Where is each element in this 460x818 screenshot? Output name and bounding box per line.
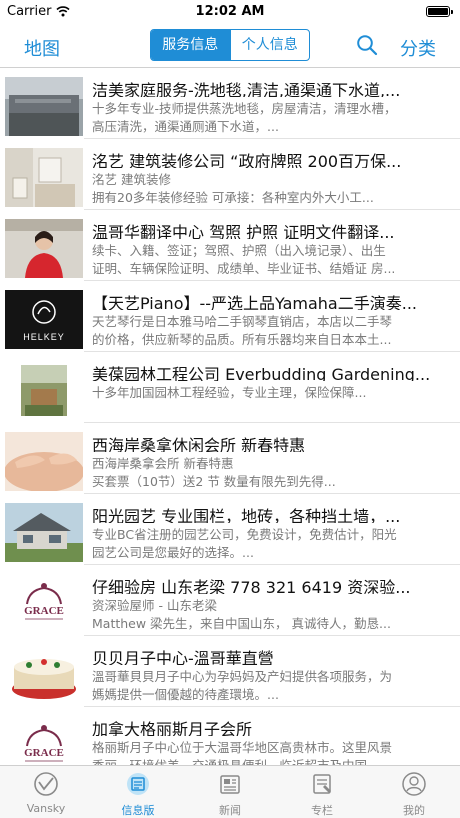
listing-thumbnail <box>5 77 83 136</box>
listing-description-line: 十多年加国园林工程经验，专业主理，保险保障... <box>92 385 367 400</box>
vansky-logo-icon <box>34 772 58 796</box>
listing-description-line: 格丽斯月子中心位于大温哥华地区高贵林市。这里风景 <box>92 740 393 755</box>
listing-thumbnail-image <box>5 77 83 136</box>
news-icon <box>220 775 240 794</box>
listing-thumbnail-image <box>5 645 83 704</box>
tab-label: 专栏 <box>311 804 333 817</box>
tab-info-board[interactable]: 信息版 <box>92 766 184 818</box>
tab-label: 信息版 <box>121 804 155 817</box>
listing-description-line: 天艺琴行是日本雅马哈二手钢琴直销店，本店以二手琴 <box>92 314 393 329</box>
listing-description-line: 续卡、入籍、签证；驾照、护照（出入境记录）、出生 <box>92 243 386 258</box>
listing-description-line: 拥有20多年装修经验 可承接：各种室内外大小工... <box>92 190 374 205</box>
listing-thumbnail <box>5 645 83 704</box>
listing-row[interactable]: 贝贝月子中心-溫哥華直營 溫哥華貝貝月子中心为孕妈妈及产妇提供各项服务，为 媽媽… <box>0 636 460 707</box>
listing-thumbnail-image <box>5 148 83 207</box>
listing-description-line: 十多年专业-技师提供蒸洗地毯，房屋清洁，清理水槽， <box>92 101 397 116</box>
listing-thumbnail: HELKEY <box>5 290 83 349</box>
listing-description-line: 园艺公司是您最好的选择。... <box>92 545 254 560</box>
tab-vansky[interactable]: Vansky <box>0 766 92 818</box>
listing-title: 洺艺 建筑装修公司 “政府牌照 200百万保... <box>92 152 402 168</box>
listing-description: 十多年加国园林工程经验，专业主理，保险保障... <box>92 384 446 420</box>
listing-description: 十多年专业-技师提供蒸洗地毯，房屋清洁，清理水槽， 高压清洗，通渠通厕通下水道，… <box>92 100 446 136</box>
listing-thumbnail-image <box>5 361 83 420</box>
listing-thumbnail <box>5 148 83 207</box>
profile-icon <box>402 772 426 796</box>
tab-label: 新闻 <box>219 804 241 817</box>
tab-bar: Vansky 信息版 新闻 专栏 我的 <box>0 765 460 818</box>
svg-text:HELKEY: HELKEY <box>23 332 65 342</box>
listing-description-line: 证明、车辆保险证明、成绩单、毕业证书、结婚证 房... <box>92 261 396 276</box>
listing-row[interactable]: 洺艺 建筑装修公司 “政府牌照 200百万保... 洺艺 建筑装修 拥有20多年… <box>0 139 460 210</box>
column-icon <box>313 774 331 794</box>
info-type-segmented-control: 服务信息 个人信息 <box>150 29 310 61</box>
listing-description-line: 专业BC省注册的园艺公司，免费设计，免费估计，阳光 <box>92 527 397 542</box>
map-button[interactable]: 地图 <box>24 35 60 61</box>
search-icon[interactable] <box>356 34 378 56</box>
listing-description-line: 西海岸桑拿会所 新春特惠 <box>92 456 234 471</box>
listing-thumbnail <box>5 361 83 420</box>
listing-description: 续卡、入籍、签证；驾照、护照（出入境记录）、出生 证明、车辆保险证明、成绩单、毕… <box>92 242 446 278</box>
listing-row[interactable]: HELKEY 【天艺Piano】--严选上品Yamaha二手演奏... 天艺琴行… <box>0 281 460 352</box>
listing-row[interactable]: GRACE 加拿大格丽斯月子会所 格丽斯月子中心位于大温哥华地区高贵林市。这里风… <box>0 707 460 765</box>
listing-title: 美葆园林工程公司 Everbudding Gardening... <box>92 365 431 381</box>
listing-thumbnail-image <box>5 503 83 562</box>
listing-description: 资深验屋师 - 山东老梁 Matthew 梁先生，来自中国山东， 真诚待人，勤恳… <box>92 597 446 633</box>
battery-icon <box>426 6 453 17</box>
svg-text:GRACE: GRACE <box>24 605 64 617</box>
segment-service-info[interactable]: 服务信息 <box>151 30 230 60</box>
listing-thumbnail: GRACE <box>5 716 83 765</box>
category-button[interactable]: 分类 <box>400 35 436 61</box>
listing-thumbnail <box>5 503 83 562</box>
listing-title: 贝贝月子中心-溫哥華直營 <box>92 649 274 665</box>
listing-title: 【天艺Piano】--严选上品Yamaha二手演奏... <box>92 294 417 310</box>
listing-title: 洁美家庭服务-洗地毯,清洁,通渠通下水道,... <box>92 81 401 97</box>
tab-label: 我的 <box>403 804 425 817</box>
listing-row[interactable]: 阳光园艺 专业围栏，地砖，各种挡土墙，... 专业BC省注册的园艺公司，免费设计… <box>0 494 460 565</box>
listing-description-line: 高压清洗，通渠通厕通下水道，... <box>92 119 279 134</box>
nav-bar: 地图 服务信息 个人信息 分类 <box>0 24 460 68</box>
tab-column[interactable]: 专栏 <box>276 766 368 818</box>
listing-description-line: 溫哥華貝貝月子中心为孕妈妈及产妇提供各项服务，为 <box>92 669 393 684</box>
status-bar: Carrier 12:02 AM <box>0 0 460 24</box>
listing-row[interactable]: 美葆园林工程公司 Everbudding Gardening... 十多年加国园… <box>0 352 460 423</box>
listing-thumbnail <box>5 432 83 491</box>
listing-description: 洺艺 建筑装修 拥有20多年装修经验 可承接：各种室内外大小工... <box>92 171 446 207</box>
listing-thumbnail-image: GRACE <box>5 574 83 633</box>
listing-thumbnail-image <box>5 432 83 491</box>
listing-title: 西海岸桑拿休闲会所 新春特惠 <box>92 436 306 452</box>
listing-description: 专业BC省注册的园艺公司，免费设计，免费估计，阳光 园艺公司是您最好的选择。..… <box>92 526 446 562</box>
listing-list[interactable]: 洁美家庭服务-洗地毯,清洁,通渠通下水道,... 十多年专业-技师提供蒸洗地毯，… <box>0 68 460 765</box>
listing-description-line: 秀丽，环境优美，交通极具便利，临近超市及中国... <box>92 757 446 765</box>
listing-thumbnail: GRACE <box>5 574 83 633</box>
info-board-icon <box>127 773 149 795</box>
listing-thumbnail <box>5 219 83 278</box>
listing-description: 格丽斯月子中心位于大温哥华地区高贵林市。这里风景 秀丽，环境优美，交通极具便利，… <box>92 739 446 765</box>
listing-description-line: 买套票（10节）送2 节 数量有限先到先得... <box>92 474 336 489</box>
listing-description-line: 洺艺 建筑装修 <box>92 172 171 187</box>
listing-row[interactable]: 西海岸桑拿休闲会所 新春特惠 西海岸桑拿会所 新春特惠 买套票（10节）送2 节… <box>0 423 460 494</box>
listing-row[interactable]: 洁美家庭服务-洗地毯,清洁,通渠通下水道,... 十多年专业-技师提供蒸洗地毯，… <box>0 68 460 139</box>
listing-title: 温哥华翻译中心 驾照 护照 证明文件翻译... <box>92 223 395 239</box>
tab-news[interactable]: 新闻 <box>184 766 276 818</box>
listing-description: 西海岸桑拿会所 新春特惠 买套票（10节）送2 节 数量有限先到先得... <box>92 455 446 491</box>
listing-title: 仔细验房 山东老梁 778 321 6419 资深验... <box>92 578 411 594</box>
segment-personal-info[interactable]: 个人信息 <box>229 30 310 60</box>
tab-profile[interactable]: 我的 <box>368 766 460 818</box>
listing-title: 阳光园艺 专业围栏，地砖，各种挡土墙，... <box>92 507 401 523</box>
listing-description-line: 资深验屋师 - 山东老梁 <box>92 598 217 613</box>
status-time: 12:02 AM <box>195 4 265 19</box>
listing-description: 天艺琴行是日本雅马哈二手钢琴直销店，本店以二手琴 的价格，供应新琴的品质。所有乐… <box>92 313 446 349</box>
listing-row[interactable]: 温哥华翻译中心 驾照 护照 证明文件翻译... 续卡、入籍、签证；驾照、护照（出… <box>0 210 460 281</box>
listing-thumbnail-image <box>5 219 83 278</box>
listing-description-line: 的价格，供应新琴的品质。所有乐器均来自日本本土... <box>92 332 392 347</box>
listing-thumbnail-image: HELKEY <box>5 290 83 349</box>
listing-description-line: 媽媽提供一個優越的待產環境。... <box>92 687 279 702</box>
listing-row[interactable]: GRACE 仔细验房 山东老梁 778 321 6419 资深验... 资深验屋… <box>0 565 460 636</box>
tab-label: Vansky <box>26 802 66 815</box>
svg-text:GRACE: GRACE <box>24 747 64 759</box>
listing-description: 溫哥華貝貝月子中心为孕妈妈及产妇提供各项服务，为 媽媽提供一個優越的待產環境。.… <box>92 668 446 704</box>
listing-title: 加拿大格丽斯月子会所 <box>92 720 253 736</box>
listing-thumbnail-image: GRACE <box>5 716 83 765</box>
listing-description-line: Matthew 梁先生，来自中国山东， 真诚待人，勤恳... <box>92 616 391 631</box>
